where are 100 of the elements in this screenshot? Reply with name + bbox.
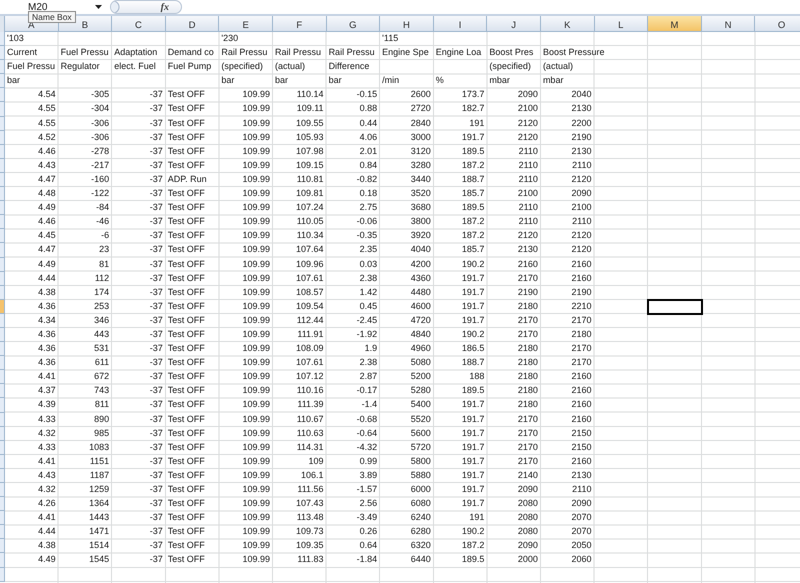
row-header[interactable] — [0, 539, 5, 554]
table-cell: -37 — [150, 342, 163, 356]
row-header[interactable] — [0, 158, 5, 173]
table-cell: 4.49 — [38, 201, 56, 214]
column-header[interactable]: N — [702, 16, 756, 32]
table-cell: 2100 — [572, 201, 592, 214]
column-header[interactable]: I — [434, 16, 488, 32]
table-cell: 109.99 — [242, 286, 270, 299]
row-header[interactable] — [0, 483, 5, 498]
row-header[interactable] — [0, 328, 5, 342]
table-cell: 2.56 — [360, 497, 378, 510]
table-cell: 191.7 — [462, 497, 484, 510]
table-cell: 109.99 — [242, 525, 270, 538]
row-header[interactable] — [0, 88, 5, 102]
table-cell: 2060 — [572, 553, 592, 566]
table-cell: 109.99 — [242, 102, 270, 116]
column-header[interactable]: L — [594, 16, 648, 32]
table-cell: 110.81 — [296, 172, 324, 186]
table-cell: 2110 — [572, 215, 592, 228]
row-header[interactable] — [0, 201, 5, 216]
row-header[interactable] — [0, 454, 5, 469]
row-header[interactable] — [0, 130, 5, 145]
row-header[interactable] — [0, 32, 5, 46]
table-cell: 182.7 — [462, 102, 484, 116]
row-header[interactable] — [0, 426, 5, 441]
insert-function-button[interactable]: fx — [160, 2, 169, 12]
row-header[interactable] — [0, 272, 5, 286]
table-cell: 890 — [94, 412, 110, 426]
table-cell: 2180 — [518, 342, 538, 356]
row-header[interactable] — [0, 258, 5, 272]
row-header[interactable] — [0, 215, 5, 230]
table-cell: Test OFF — [168, 525, 205, 538]
column-header[interactable]: K — [540, 16, 595, 32]
table-cell: 2170 — [518, 272, 538, 285]
row-header[interactable] — [0, 412, 5, 427]
table-cell: 0.88 — [360, 102, 378, 116]
column-header[interactable]: D — [166, 16, 220, 32]
row-header[interactable] — [0, 229, 5, 244]
table-cell: 109.99 — [242, 356, 270, 370]
row-header[interactable] — [0, 384, 5, 398]
row-header[interactable] — [0, 468, 5, 483]
row-header[interactable] — [0, 286, 5, 300]
column-header[interactable]: J — [487, 16, 541, 32]
column-header[interactable]: O — [755, 16, 800, 32]
column-header[interactable]: F — [272, 16, 327, 32]
row-header[interactable] — [0, 300, 5, 314]
table-cell: 4.46 — [38, 215, 56, 228]
row-header[interactable] — [0, 553, 5, 568]
table-cell: elect. Fuel — [114, 60, 156, 74]
table-cell: 2110 — [518, 144, 538, 158]
table-cell: Test OFF — [168, 314, 205, 327]
row-header[interactable] — [0, 356, 5, 370]
row-header[interactable] — [0, 398, 5, 413]
row-header[interactable] — [0, 172, 5, 188]
table-cell: Test OFF — [168, 158, 205, 172]
row-header[interactable] — [0, 568, 5, 582]
table-cell: 2170 — [518, 440, 538, 454]
column-header[interactable]: H — [380, 16, 434, 32]
row-header[interactable] — [0, 187, 5, 202]
row-header[interactable] — [0, 314, 5, 328]
row-header[interactable] — [0, 74, 5, 88]
row-header[interactable] — [0, 102, 5, 117]
row-header[interactable] — [0, 511, 5, 526]
table-cell: 6240 — [410, 511, 431, 524]
row-header[interactable] — [0, 440, 5, 455]
table-cell: '230 — [221, 32, 238, 45]
row-header[interactable] — [0, 525, 5, 540]
row-header[interactable] — [0, 116, 5, 131]
table-cell: 2130 — [572, 144, 592, 158]
row-header[interactable] — [0, 497, 5, 512]
table-cell: 109.99 — [242, 130, 270, 144]
table-cell: 1545 — [89, 553, 110, 566]
row-header[interactable] — [0, 46, 5, 60]
table-cell: 109.99 — [242, 172, 270, 186]
column-header[interactable]: E — [219, 16, 273, 32]
table-cell: 2170 — [572, 342, 592, 356]
table-cell: 4.38 — [38, 539, 56, 552]
table-cell: 110.05 — [296, 215, 324, 228]
row-header[interactable] — [0, 243, 5, 258]
table-cell: 1.9 — [364, 342, 378, 356]
table-cell: 2160 — [572, 384, 592, 398]
table-cell: % — [436, 74, 444, 88]
table-cell: Test OFF — [168, 258, 205, 270]
table-cell: 191.7 — [462, 272, 484, 285]
row-header[interactable] — [0, 144, 5, 159]
table-cell: 173.7 — [462, 88, 484, 102]
table-cell: Test OFF — [168, 201, 205, 214]
row-header[interactable] — [0, 342, 5, 356]
table-cell: 188.7 — [462, 172, 484, 186]
column-header[interactable]: G — [326, 16, 380, 32]
table-cell: 4.34 — [38, 314, 56, 327]
row-header[interactable] — [0, 370, 5, 384]
table-cell: 107.64 — [296, 243, 324, 256]
row-header[interactable] — [0, 60, 5, 74]
column-header[interactable]: M — [648, 16, 702, 32]
column-header[interactable]: C — [112, 16, 166, 32]
table-cell: bar — [274, 74, 288, 88]
table-cell: 2180 — [518, 370, 538, 384]
table-cell: 111.83 — [297, 553, 324, 566]
select-all-button[interactable] — [0, 16, 5, 32]
